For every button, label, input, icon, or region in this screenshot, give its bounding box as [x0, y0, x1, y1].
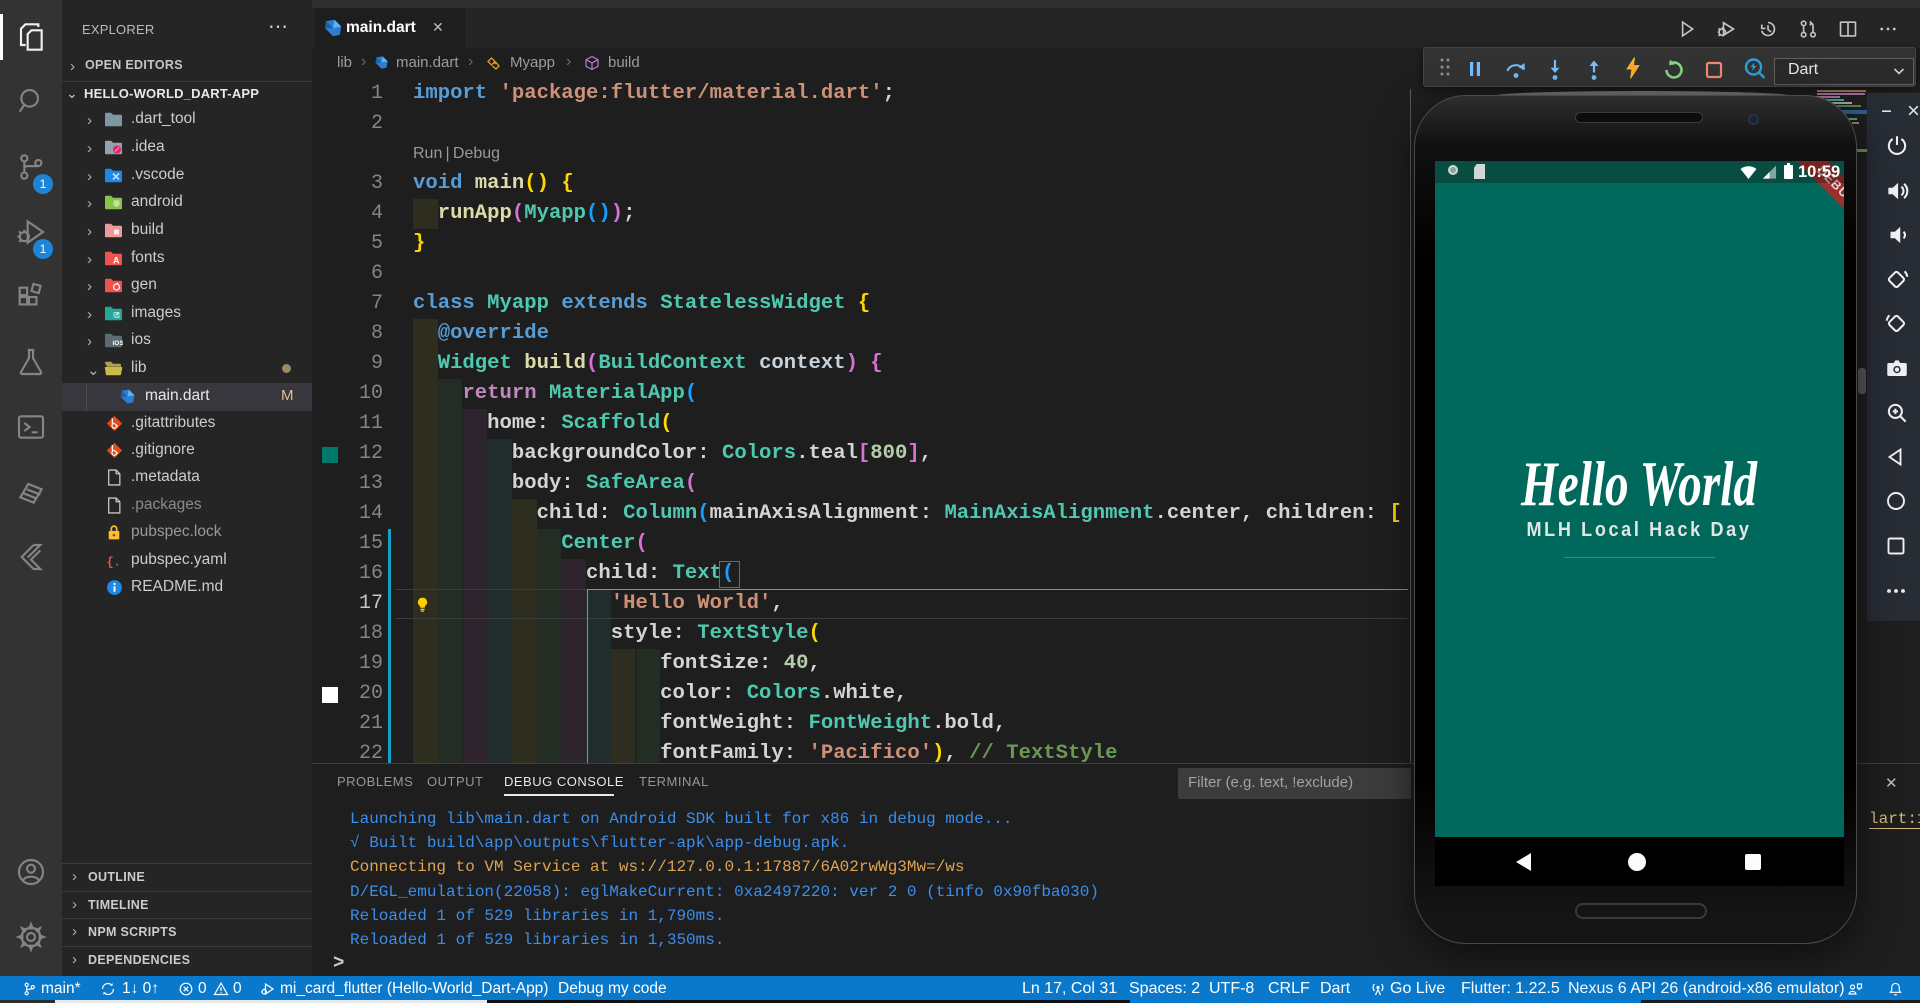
svg-text:{..}: {..}: [107, 555, 122, 569]
svg-text:Hello World: Hello World: [1520, 449, 1758, 519]
svg-text:iOS: iOS: [113, 340, 124, 347]
svg-text:A: A: [113, 256, 120, 266]
svg-text:MLH Local Hack Day: MLH Local Hack Day: [1527, 518, 1752, 541]
